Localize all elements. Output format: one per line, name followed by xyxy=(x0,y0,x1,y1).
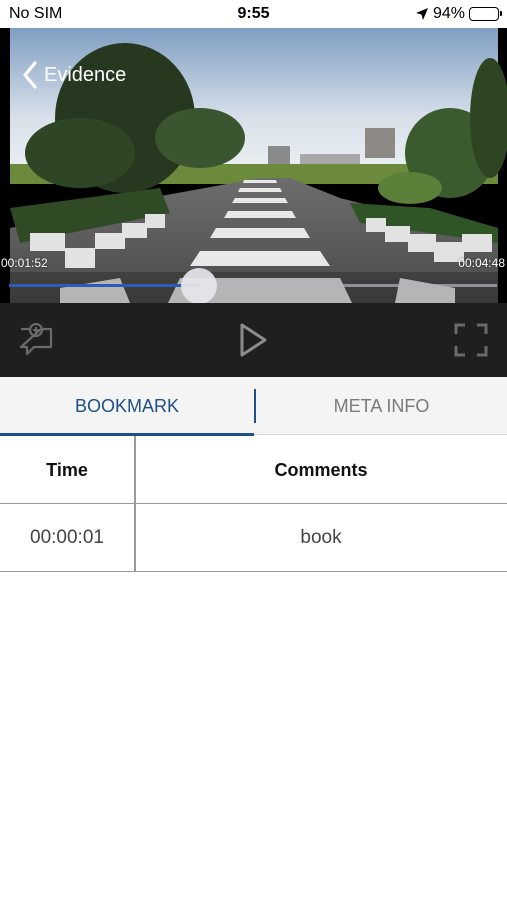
chevron-left-icon xyxy=(23,61,37,89)
video-player[interactable]: Evidence 00:01:52 00:04:48 xyxy=(0,28,507,303)
table-row[interactable]: 00:00:01 book xyxy=(0,504,507,572)
add-bookmark-button[interactable] xyxy=(18,322,54,362)
tab-meta-info[interactable]: META INFO xyxy=(256,377,507,435)
seek-bar-fill xyxy=(9,284,199,287)
progress-strip xyxy=(0,272,507,303)
bookmark-time: 00:00:01 xyxy=(30,527,104,548)
bookmark-table: Time Comments 00:00:01 book xyxy=(0,436,507,572)
add-bookmark-icon xyxy=(19,322,53,356)
table-header-row: Time Comments xyxy=(0,436,507,504)
tab-bar: BOOKMARK META INFO xyxy=(0,377,507,435)
bookmark-comment: book xyxy=(300,527,342,548)
play-icon xyxy=(240,323,267,357)
play-button[interactable] xyxy=(237,322,269,363)
elapsed-time: 00:01:52 xyxy=(1,256,48,270)
status-bar: No SIM 9:55 94% xyxy=(0,0,507,28)
total-duration: 00:04:48 xyxy=(458,256,505,270)
player-controls xyxy=(0,303,507,377)
status-right: 94% xyxy=(415,5,502,23)
back-button[interactable]: Evidence xyxy=(22,61,126,89)
fullscreen-icon xyxy=(454,323,488,357)
fullscreen-button[interactable] xyxy=(454,323,488,362)
column-header-time: Time xyxy=(46,459,88,480)
screen-title: Evidence xyxy=(44,63,127,86)
location-arrow-icon xyxy=(415,8,428,20)
column-header-comments: Comments xyxy=(274,459,368,480)
battery-icon xyxy=(469,7,502,21)
seek-thumb[interactable] xyxy=(180,268,217,303)
battery-percent: 94% xyxy=(432,5,465,22)
seek-bar[interactable] xyxy=(9,284,497,287)
tab-bookmark[interactable]: BOOKMARK xyxy=(0,377,254,435)
